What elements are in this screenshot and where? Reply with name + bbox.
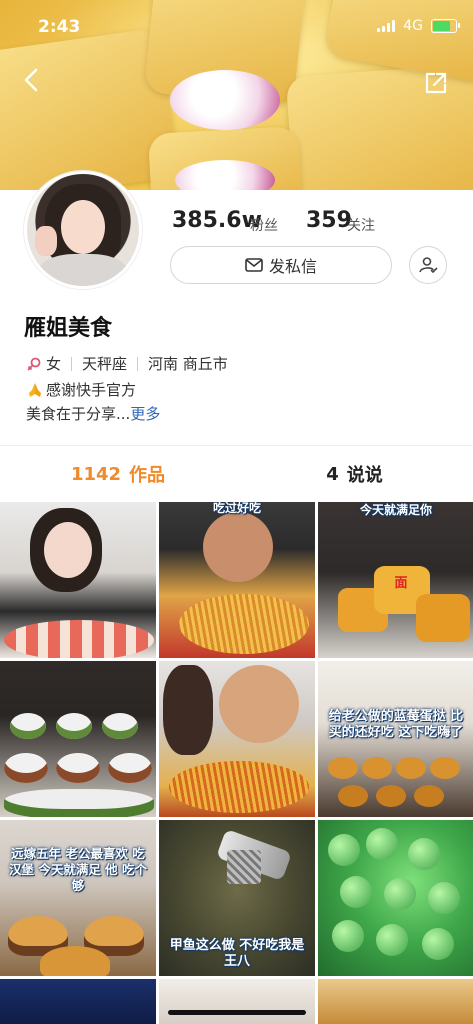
add-friend-button[interactable] (409, 246, 447, 284)
share-icon[interactable] (423, 70, 449, 96)
video-thumbnail[interactable] (0, 979, 156, 1024)
video-caption: 甲鱼这么做 不好吃我是王八 (169, 938, 305, 969)
home-indicator[interactable] (168, 1010, 306, 1015)
status-indicators: 4G (377, 18, 460, 34)
bio-text-2: 美食在于分享... (26, 405, 131, 423)
bio-more-link[interactable]: 更多 (130, 405, 160, 423)
video-grid: 吃过好吃 面 今天就满足你 给老公做的蓝莓蛋挞 比买的还好吃 这下吃嗨了 远嫁五… (0, 502, 473, 1024)
status-time: 2:43 (38, 17, 81, 37)
video-thumbnail[interactable]: 远嫁五年 老公最喜欢 吃汉堡 今天就满足 他 吃个够 (0, 820, 156, 976)
video-caption: 给老公做的蓝莓蛋挞 比买的还好吃 这下吃嗨了 (328, 709, 464, 740)
signal-icon (377, 20, 396, 32)
video-thumbnail[interactable] (159, 979, 315, 1024)
video-thumbnail[interactable]: 面 今天就满足你 (318, 502, 473, 658)
posts-count: 4 (326, 463, 339, 485)
video-thumbnail[interactable] (318, 820, 473, 976)
zodiac-label: 天秤座 (82, 355, 128, 373)
video-thumbnail[interactable]: 甲鱼这么做 不好吃我是王八 (159, 820, 315, 976)
fans-count[interactable]: 385.6w (172, 208, 262, 233)
send-message-button[interactable]: 发私信 (170, 246, 392, 284)
video-caption: 远嫁五年 老公最喜欢 吃汉堡 今天就满足 他 吃个够 (8, 846, 148, 893)
bio-line-2: 美食在于分享...更多 (26, 403, 160, 424)
video-thumbnail[interactable] (0, 502, 156, 658)
video-thumbnail[interactable] (159, 661, 315, 817)
avatar[interactable] (24, 171, 142, 289)
posts-label: 说说 (346, 465, 383, 486)
gender-label: 女 (46, 355, 62, 373)
fans-label[interactable]: 粉丝 (250, 215, 278, 235)
tab-posts[interactable]: 4 说说 (236, 446, 473, 502)
network-label: 4G (403, 18, 423, 34)
video-thumbnail[interactable] (0, 661, 156, 817)
back-arrow-icon[interactable] (18, 66, 46, 94)
works-label: 作品 (129, 465, 166, 486)
video-thumbnail[interactable] (318, 979, 473, 1024)
video-thumbnail[interactable]: 吃过好吃 (159, 502, 315, 658)
video-caption: 今天就满足你 (359, 503, 432, 517)
praying-hands-icon (29, 382, 41, 397)
noodle-sign: 面 (394, 576, 408, 591)
female-icon (27, 357, 41, 371)
tab-works[interactable]: 1142 作品 (0, 446, 236, 502)
following-label[interactable]: 关注 (347, 215, 375, 235)
location-label: 河南 商丘市 (148, 355, 228, 373)
bio-text-1: 感谢快手官方 (46, 381, 137, 399)
battery-icon (431, 19, 460, 33)
mail-icon (245, 258, 263, 272)
person-icon (419, 257, 438, 274)
profile-name: 雁姐美食 (24, 316, 113, 341)
send-message-label: 发私信 (268, 257, 317, 276)
works-count: 1142 (70, 463, 122, 485)
profile-info-row: 女 天秤座 河南 商丘市 (26, 353, 228, 374)
bio-line-1: 感谢快手官方 (26, 379, 136, 400)
video-thumbnail[interactable]: 给老公做的蓝莓蛋挞 比买的还好吃 这下吃嗨了 (318, 661, 473, 817)
video-caption: 吃过好吃 (212, 502, 261, 515)
following-count[interactable]: 359 (306, 208, 352, 233)
